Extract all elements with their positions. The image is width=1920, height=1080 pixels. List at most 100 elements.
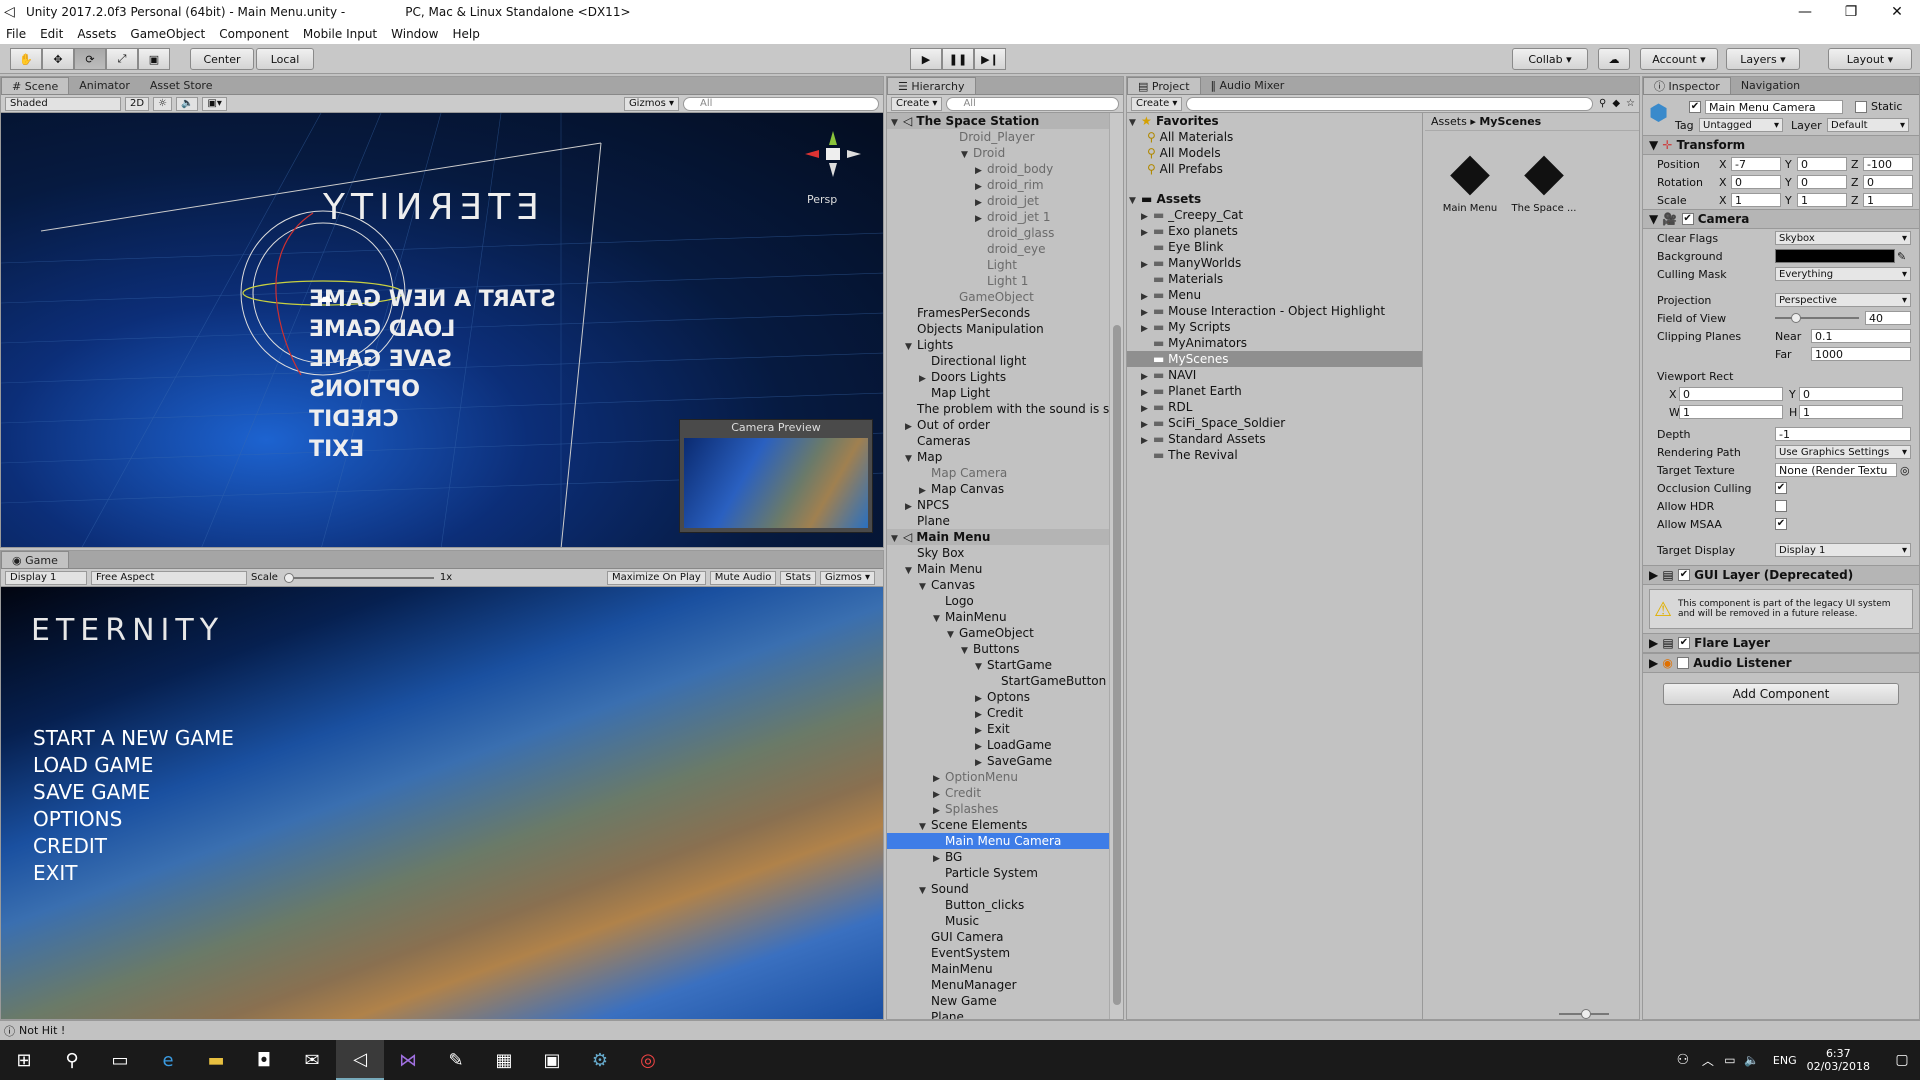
hierarchy-row[interactable]: ▼ MainMenu [887, 609, 1109, 625]
hierarchy-row[interactable]: ▶ OptionMenu [887, 769, 1109, 785]
layout-dropdown[interactable]: Layout ▾ [1828, 48, 1912, 70]
hierarchy-row[interactable]: ▶ droid_jet 1 [887, 209, 1109, 225]
target-display-dropdown[interactable]: Display 1 ▾ [1775, 543, 1911, 557]
audio-listener-checkbox[interactable] [1677, 657, 1690, 669]
maximize-on-play-toggle[interactable]: Maximize On Play [606, 570, 706, 585]
start-new-game-button[interactable]: START A NEW GAME [33, 725, 234, 752]
hierarchy-row[interactable]: Map Light [887, 385, 1109, 401]
menu-component[interactable]: Component [219, 27, 289, 41]
rect-tool-icon[interactable]: ▣ [138, 48, 170, 70]
tab-project[interactable]: ▤ Project [1127, 77, 1201, 94]
tag-dropdown[interactable]: Untagged ▾ [1699, 118, 1783, 132]
hierarchy-row[interactable]: Directional light [887, 353, 1109, 369]
pivot-local-button[interactable]: Local [256, 48, 314, 70]
hierarchy-row[interactable]: Objects Manipulation [887, 321, 1109, 337]
status-text[interactable]: Not Hit ! [19, 1024, 65, 1037]
app-icon[interactable]: ▦ [480, 1040, 528, 1080]
hierarchy-row[interactable]: GameObject [887, 289, 1109, 305]
active-checkbox[interactable]: ✔ [1689, 101, 1701, 113]
hierarchy-row[interactable]: ▶ Credit [887, 705, 1109, 721]
audio-listener-header[interactable]: ▶ ◉ Audio Listener [1643, 653, 1919, 673]
rotate-tool-icon[interactable]: ⟳ [74, 48, 106, 70]
hierarchy-row[interactable]: Droid_Player [887, 129, 1109, 145]
display-dropdown[interactable]: Display 1 [5, 570, 87, 585]
account-dropdown[interactable]: Account ▾ [1640, 48, 1718, 70]
hierarchy-scene-row[interactable]: ▼ ◁ The Space Station [887, 113, 1109, 129]
scale-tool-icon[interactable]: ⤢ [106, 48, 138, 70]
breadcrumb-root[interactable]: Assets [1431, 115, 1467, 128]
exit-button[interactable]: EXIT [33, 860, 234, 887]
hierarchy-row[interactable]: ▼ Sound [887, 881, 1109, 897]
hand-tool-icon[interactable]: ✋ [10, 48, 42, 70]
hierarchy-row[interactable]: ▶ droid_body [887, 161, 1109, 177]
rotation-z-field[interactable]: 0 [1863, 175, 1913, 189]
menu-help[interactable]: Help [452, 27, 479, 41]
tab-scene[interactable]: # Scene [1, 77, 70, 94]
move-tool-icon[interactable]: ✥ [42, 48, 74, 70]
hierarchy-row[interactable]: GUI Camera [887, 929, 1109, 945]
project-folder[interactable]: ▶ ▬ _Creepy_Cat [1127, 207, 1422, 223]
hierarchy-row[interactable]: ▶ BG [887, 849, 1109, 865]
scene-search-input[interactable]: All [683, 96, 879, 111]
rotation-y-field[interactable]: 0 [1797, 175, 1847, 189]
hierarchy-row[interactable]: droid_glass [887, 225, 1109, 241]
project-folder[interactable]: ▬ The Revival [1127, 447, 1422, 463]
hierarchy-row[interactable]: ▶ SaveGame [887, 753, 1109, 769]
menu-gameobject[interactable]: GameObject [130, 27, 205, 41]
load-game-button[interactable]: LOAD GAME [33, 752, 234, 779]
hierarchy-search-input[interactable]: All [946, 96, 1119, 111]
hierarchy-row[interactable]: ▶ LoadGame [887, 737, 1109, 753]
eyedropper-icon[interactable]: ✎ [1897, 250, 1906, 263]
project-folder[interactable]: ▶ ▬ Menu [1127, 287, 1422, 303]
project-folder[interactable]: ▶ ▬ Exo planets [1127, 223, 1422, 239]
save-game-button[interactable]: SAVE GAME [33, 779, 234, 806]
hierarchy-row[interactable]: ▶ Optons [887, 689, 1109, 705]
assets-header[interactable]: ▼ ▬ Assets [1127, 191, 1422, 207]
depth-field[interactable]: -1 [1775, 427, 1911, 441]
lighting-toggle-icon[interactable]: ☼ [153, 96, 173, 111]
store-icon[interactable]: ◘ [240, 1040, 288, 1080]
project-folder[interactable]: ▶ ▬ SciFi_Space_Soldier [1127, 415, 1422, 431]
effects-toggle-icon[interactable]: ▣▾ [202, 96, 227, 111]
volume-icon[interactable]: 🔈 [1741, 1040, 1763, 1080]
people-icon[interactable]: ⚇ [1669, 1040, 1697, 1080]
layers-dropdown[interactable]: Layers ▾ [1726, 48, 1800, 70]
hierarchy-row[interactable]: The problem with the sound is sor [887, 401, 1109, 417]
fov-field[interactable]: 40 [1865, 311, 1911, 325]
hierarchy-row[interactable]: ▶ droid_rim [887, 177, 1109, 193]
tab-hierarchy[interactable]: ☰ Hierarchy [887, 77, 976, 94]
windows-start-icon[interactable]: ⊞ [0, 1040, 48, 1080]
viewport-y-field[interactable]: 0 [1799, 387, 1903, 401]
scale-z-field[interactable]: 1 [1863, 193, 1913, 207]
minimize-button[interactable]: — [1782, 0, 1828, 24]
project-folder[interactable]: ▶ ▬ RDL [1127, 399, 1422, 415]
position-x-field[interactable]: -7 [1731, 157, 1781, 171]
search-by-label-icon[interactable]: ◆ [1612, 98, 1620, 109]
projection-dropdown[interactable]: Perspective ▾ [1775, 293, 1911, 307]
fov-slider-thumb[interactable] [1791, 313, 1801, 323]
viewport-w-field[interactable]: 1 [1679, 405, 1783, 419]
add-component-button[interactable]: Add Component [1663, 683, 1899, 705]
flare-layer-header[interactable]: ▶ ▤ ✔ Flare Layer [1643, 633, 1919, 653]
play-icon[interactable]: ▶ [910, 48, 942, 70]
object-picker-icon[interactable]: ◎ [1900, 464, 1910, 477]
hierarchy-row[interactable]: ▶ Credit [887, 785, 1109, 801]
edge-browser-icon[interactable]: e [144, 1040, 192, 1080]
project-folder[interactable]: ▶ ▬ My Scripts [1127, 319, 1422, 335]
hierarchy-row[interactable]: ▶ Map Canvas [887, 481, 1109, 497]
scene-asset-space-station[interactable]: ◆ The Space ... [1507, 141, 1581, 214]
tab-asset-store[interactable]: Asset Store [140, 77, 223, 94]
hierarchy-row[interactable]: Light 1 [887, 273, 1109, 289]
project-search-input[interactable] [1186, 96, 1593, 111]
hierarchy-scrollbar-thumb[interactable] [1113, 325, 1121, 1005]
allow-hdr-checkbox[interactable] [1775, 500, 1787, 512]
scale-slider-thumb[interactable] [283, 572, 294, 583]
input-language[interactable]: ENG [1773, 1054, 1797, 1067]
maximize-button[interactable]: ❐ [1828, 0, 1874, 24]
tab-audio-mixer[interactable]: ‖ Audio Mixer [1201, 77, 1295, 94]
pause-icon[interactable]: ❚❚ [942, 48, 974, 70]
game-gizmos-dropdown[interactable]: Gizmos ▾ [819, 570, 875, 585]
hierarchy-row[interactable]: ▼ GameObject [887, 625, 1109, 641]
hierarchy-row[interactable]: Plane [887, 513, 1109, 529]
hierarchy-row[interactable]: Logo [887, 593, 1109, 609]
